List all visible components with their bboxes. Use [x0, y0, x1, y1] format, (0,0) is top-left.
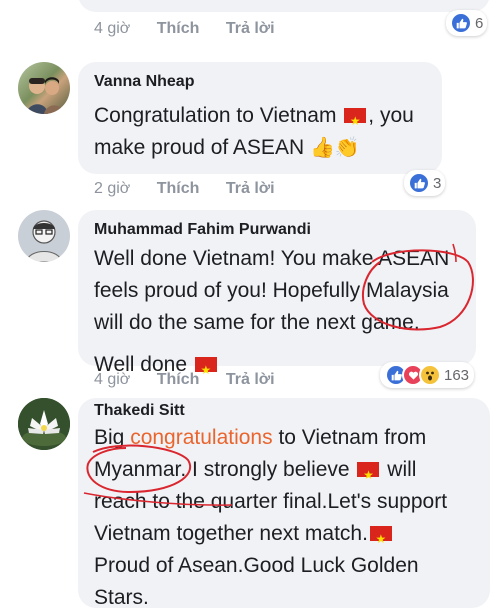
reaction-summary[interactable]: 6 [446, 10, 488, 36]
comment-bubble: Thakedi Sitt Big congratulations to Viet… [78, 398, 490, 609]
comment-bubble-top: asean... Southeast asia [78, 0, 490, 12]
comment-meta: 4 giờ Thích Trả lời [94, 20, 297, 38]
vietnam-flag-icon [344, 105, 367, 137]
comment-line: make proud of ASEAN [94, 136, 305, 159]
comment-bubble: Vanna Nheap Congratulation to Vietnam , … [78, 62, 442, 174]
comment-line: , you [368, 104, 414, 127]
commenter-name[interactable]: Thakedi Sitt [94, 402, 185, 420]
comment-bubble: Muhammad Fahim Purwandi Well done Vietna… [78, 210, 476, 386]
comment-line: Well done Vietnam! You make ASEAN [94, 247, 450, 270]
comment-line: Congratulation to Vietnam [94, 104, 337, 127]
comment-line: will do the same for the next game. [94, 311, 420, 334]
timestamp: 4 giờ [94, 371, 131, 388]
comment-meta: 2 giờ Thích Trả lời [94, 180, 297, 198]
avatar[interactable] [18, 62, 70, 114]
comment-line: Stars. [94, 586, 149, 609]
comment-text: Big congratulations to Vietnam from Myan… [94, 422, 486, 614]
comment-line: will [381, 458, 417, 481]
comment-line: to Vietnam from [272, 426, 427, 449]
reply-button[interactable]: Trả lời [226, 20, 275, 37]
like-button[interactable]: Thích [157, 20, 200, 37]
reply-button[interactable]: Trả lời [226, 180, 275, 197]
reaction-count: 6 [475, 14, 484, 32]
reaction-count: 3 [433, 174, 442, 192]
reply-button[interactable]: Trả lời [226, 371, 275, 388]
comment-text: asean... Southeast asia [94, 0, 293, 10]
reaction-summary[interactable]: 163 [380, 362, 475, 388]
reaction-count: 163 [444, 366, 470, 384]
comment-text: Congratulation to Vietnam , you make pro… [94, 100, 434, 164]
vietnam-flag-icon [357, 459, 380, 491]
comment-meta: 4 giờ Thích Trả lời [94, 371, 297, 389]
timestamp: 2 giờ [94, 180, 131, 197]
comment-line: reach to the quarter final.Let's support [94, 490, 448, 513]
like-button[interactable]: Thích [157, 371, 200, 388]
comment-text: Well done Vietnam! You make ASEAN feels … [94, 243, 474, 386]
comment-line: Vietnam together next match. [94, 522, 368, 545]
clapping-hands-icon: 👏 [334, 137, 360, 159]
avatar[interactable] [18, 210, 70, 262]
reaction-summary[interactable]: 3 [404, 170, 446, 196]
comment-line: feels proud of you! Hopefully Malaysia [94, 279, 449, 302]
highlighted-word: congratulations [130, 426, 273, 449]
timestamp: 4 giờ [94, 20, 131, 37]
wow-icon [419, 364, 441, 386]
like-icon [450, 12, 472, 34]
commenter-name[interactable]: Vanna Nheap [94, 73, 194, 91]
vietnam-flag-icon [194, 354, 217, 386]
comment-line: Myanmar. I strongly believe [94, 458, 350, 481]
like-button[interactable]: Thích [157, 180, 200, 197]
comment-line: Proud of Asean.Good Luck Golden [94, 554, 419, 577]
avatar[interactable] [18, 398, 70, 450]
like-icon [408, 172, 430, 194]
vietnam-flag-icon [369, 523, 392, 555]
commenter-name[interactable]: Muhammad Fahim Purwandi [94, 221, 311, 239]
comment-line: Big [94, 426, 131, 449]
thumbs-up-icon: 👍 [309, 137, 335, 159]
